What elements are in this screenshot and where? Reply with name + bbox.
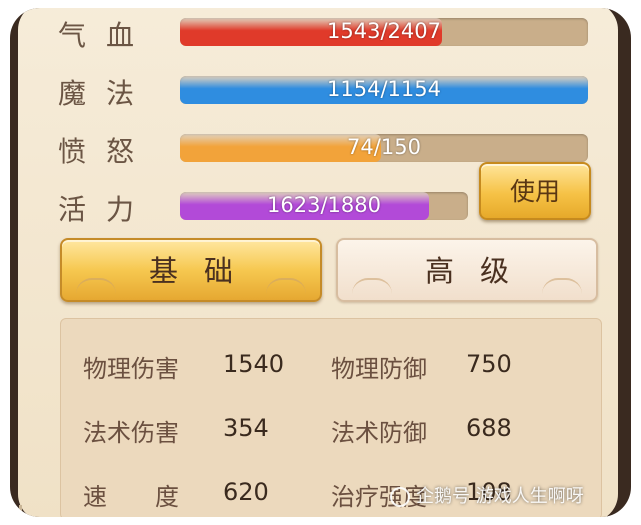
- attr-name-magic-defense: 法术防御: [331, 419, 427, 447]
- watermark: 企鹅号 游戏人生啊呀: [390, 482, 584, 508]
- stat-label-rage: 愤怒: [58, 135, 155, 168]
- stat-row-hp: 气血 1543/2407: [18, 10, 618, 54]
- rage-bar-text: 74/150: [347, 135, 421, 159]
- penguin-icon: [390, 487, 410, 507]
- cloud-ornament-icon: [542, 278, 582, 294]
- mp-bar-text: 1154/1154: [327, 77, 441, 101]
- hp-bar-text: 1543/2407: [327, 19, 441, 43]
- tab-basic-label: 基础: [148, 254, 259, 288]
- vitality-bar: 1623/1880: [180, 192, 468, 220]
- attr-value-magic-defense: 688: [466, 414, 512, 442]
- stat-label-mp: 魔法: [58, 77, 155, 110]
- tab-advanced[interactable]: 高级: [336, 238, 598, 302]
- attr-name-speed: 速 度: [83, 483, 179, 511]
- attr-name-physical-defense: 物理防御: [331, 355, 427, 383]
- vitality-bar-text: 1623/1880: [267, 193, 381, 217]
- attr-value-physical-defense: 750: [466, 350, 512, 378]
- rage-bar: 74/150: [180, 134, 588, 162]
- attribute-panel: 气血 1543/2407 魔法 1154/1154 愤怒 74/150 活力 1…: [18, 8, 618, 517]
- attr-value-speed: 620: [223, 478, 269, 506]
- cloud-ornament-icon: [76, 278, 116, 294]
- tab-advanced-label: 高级: [424, 254, 535, 288]
- stat-label-hp: 气血: [58, 19, 155, 52]
- tab-basic[interactable]: 基础: [60, 238, 322, 302]
- attr-name-physical-damage: 物理伤害: [83, 355, 179, 383]
- mp-bar: 1154/1154: [180, 76, 588, 104]
- watermark-text: 企鹅号 游戏人生啊呀: [416, 486, 584, 507]
- attr-value-magic-damage: 354: [223, 414, 269, 442]
- attr-name-magic-damage: 法术伤害: [83, 419, 179, 447]
- corner-ornament-icon: [19, 505, 36, 517]
- character-attribute-window: 气血 1543/2407 魔法 1154/1154 愤怒 74/150 活力 1…: [10, 8, 631, 517]
- stat-label-vitality: 活力: [58, 193, 155, 226]
- cloud-ornament-icon: [352, 278, 392, 294]
- hp-bar: 1543/2407: [180, 18, 588, 46]
- use-button[interactable]: 使用: [479, 162, 591, 220]
- attr-value-physical-damage: 1540: [223, 350, 285, 378]
- cloud-ornament-icon: [266, 278, 306, 294]
- stat-row-mp: 魔法 1154/1154: [18, 68, 618, 112]
